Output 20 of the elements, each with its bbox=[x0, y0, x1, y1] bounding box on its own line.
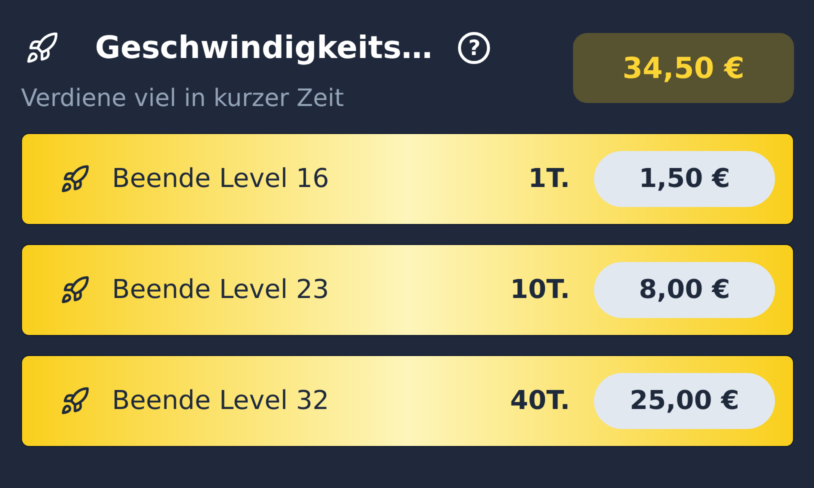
reward-pill: 8,00 € bbox=[594, 262, 775, 318]
rocket-icon bbox=[60, 386, 90, 416]
help-icon[interactable]: ? bbox=[458, 32, 490, 64]
task-duration: 1T. bbox=[528, 164, 570, 194]
reward-pill: 25,00 € bbox=[594, 373, 775, 429]
rocket-icon bbox=[25, 31, 59, 65]
task-label: Beende Level 23 bbox=[112, 275, 330, 305]
task-card[interactable]: Beende Level 32 40T. 25,00 € bbox=[21, 355, 794, 447]
card-title: Geschwindigkeits… bbox=[95, 30, 432, 66]
task-label: Beende Level 16 bbox=[112, 164, 330, 194]
total-amount: 34,50 € bbox=[573, 33, 794, 103]
task-duration: 10T. bbox=[510, 275, 570, 305]
rocket-icon bbox=[60, 164, 90, 194]
rocket-icon bbox=[60, 275, 90, 305]
subtitle: Verdiene viel in kurzer Zeit bbox=[21, 84, 345, 112]
task-duration: 40T. bbox=[510, 386, 570, 416]
task-card[interactable]: Beende Level 16 1T. 1,50 € bbox=[21, 133, 794, 225]
reward-pill: 1,50 € bbox=[594, 151, 775, 207]
task-label: Beende Level 32 bbox=[112, 386, 330, 416]
task-card[interactable]: Beende Level 23 10T. 8,00 € bbox=[21, 244, 794, 336]
